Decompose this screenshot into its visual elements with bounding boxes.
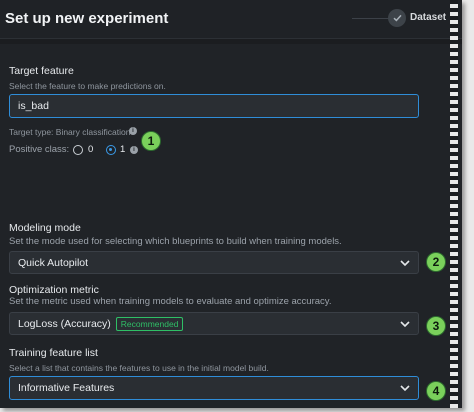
chevron-down-icon [400, 320, 410, 327]
optimization-metric-value: LogLoss (Accuracy) [18, 317, 111, 330]
positive-class-info-icon[interactable]: i [130, 146, 138, 154]
modeling-mode-value: Quick Autopilot [18, 256, 89, 269]
optimization-metric-heading: Optimization metric [9, 284, 99, 296]
torn-edge [450, 0, 458, 408]
target-feature-input[interactable]: is_bad [9, 94, 419, 118]
training-feature-list-description: Select a list that contains the features… [9, 363, 269, 373]
chevron-down-icon [400, 259, 410, 266]
training-feature-list-heading: Training feature list [9, 347, 98, 359]
settings-panel: Target feature Select the feature to mak… [0, 44, 462, 408]
positive-class-radio-0[interactable] [73, 145, 83, 155]
positive-class-label: Positive class: [9, 144, 70, 155]
training-feature-list-value: Informative Features [18, 382, 115, 394]
check-icon [388, 9, 406, 27]
info-icon[interactable]: i [129, 127, 137, 135]
target-feature-value: is_bad [18, 100, 49, 112]
callout-badge-4: 4 [426, 381, 446, 401]
step-connector [352, 18, 392, 19]
callout-badge-1: 1 [141, 131, 161, 151]
chevron-down-icon [400, 385, 410, 392]
optimization-metric-description: Set the metric used when training models… [9, 296, 332, 307]
step-dataset-label[interactable]: Dataset [410, 12, 446, 23]
modeling-mode-heading: Modeling mode [9, 222, 81, 234]
modeling-mode-description: Set the mode used for selecting which bl… [9, 236, 342, 247]
positive-class-option-0: 0 [88, 144, 94, 155]
target-feature-description: Select the feature to make predictions o… [9, 81, 166, 91]
training-feature-list-select[interactable]: Informative Features [9, 376, 419, 400]
modeling-mode-select[interactable]: Quick Autopilot [9, 251, 419, 274]
positive-class-option-1: 1 [120, 144, 126, 155]
callout-badge-2: 2 [426, 252, 446, 272]
recommended-badge: Recommended [115, 316, 184, 331]
optimization-metric-select[interactable]: LogLoss (Accuracy) Recommended [9, 312, 419, 335]
positive-class-radio-1[interactable] [106, 145, 116, 155]
target-type-text: Target type: Binary classification [9, 127, 131, 137]
page-title: Set up new experiment [5, 10, 169, 27]
page-header: Set up new experiment Dataset [0, 0, 462, 39]
experiment-setup-window: Set up new experiment Dataset Target fea… [0, 0, 462, 408]
callout-badge-3: 3 [426, 316, 446, 336]
target-feature-heading: Target feature [9, 65, 74, 77]
